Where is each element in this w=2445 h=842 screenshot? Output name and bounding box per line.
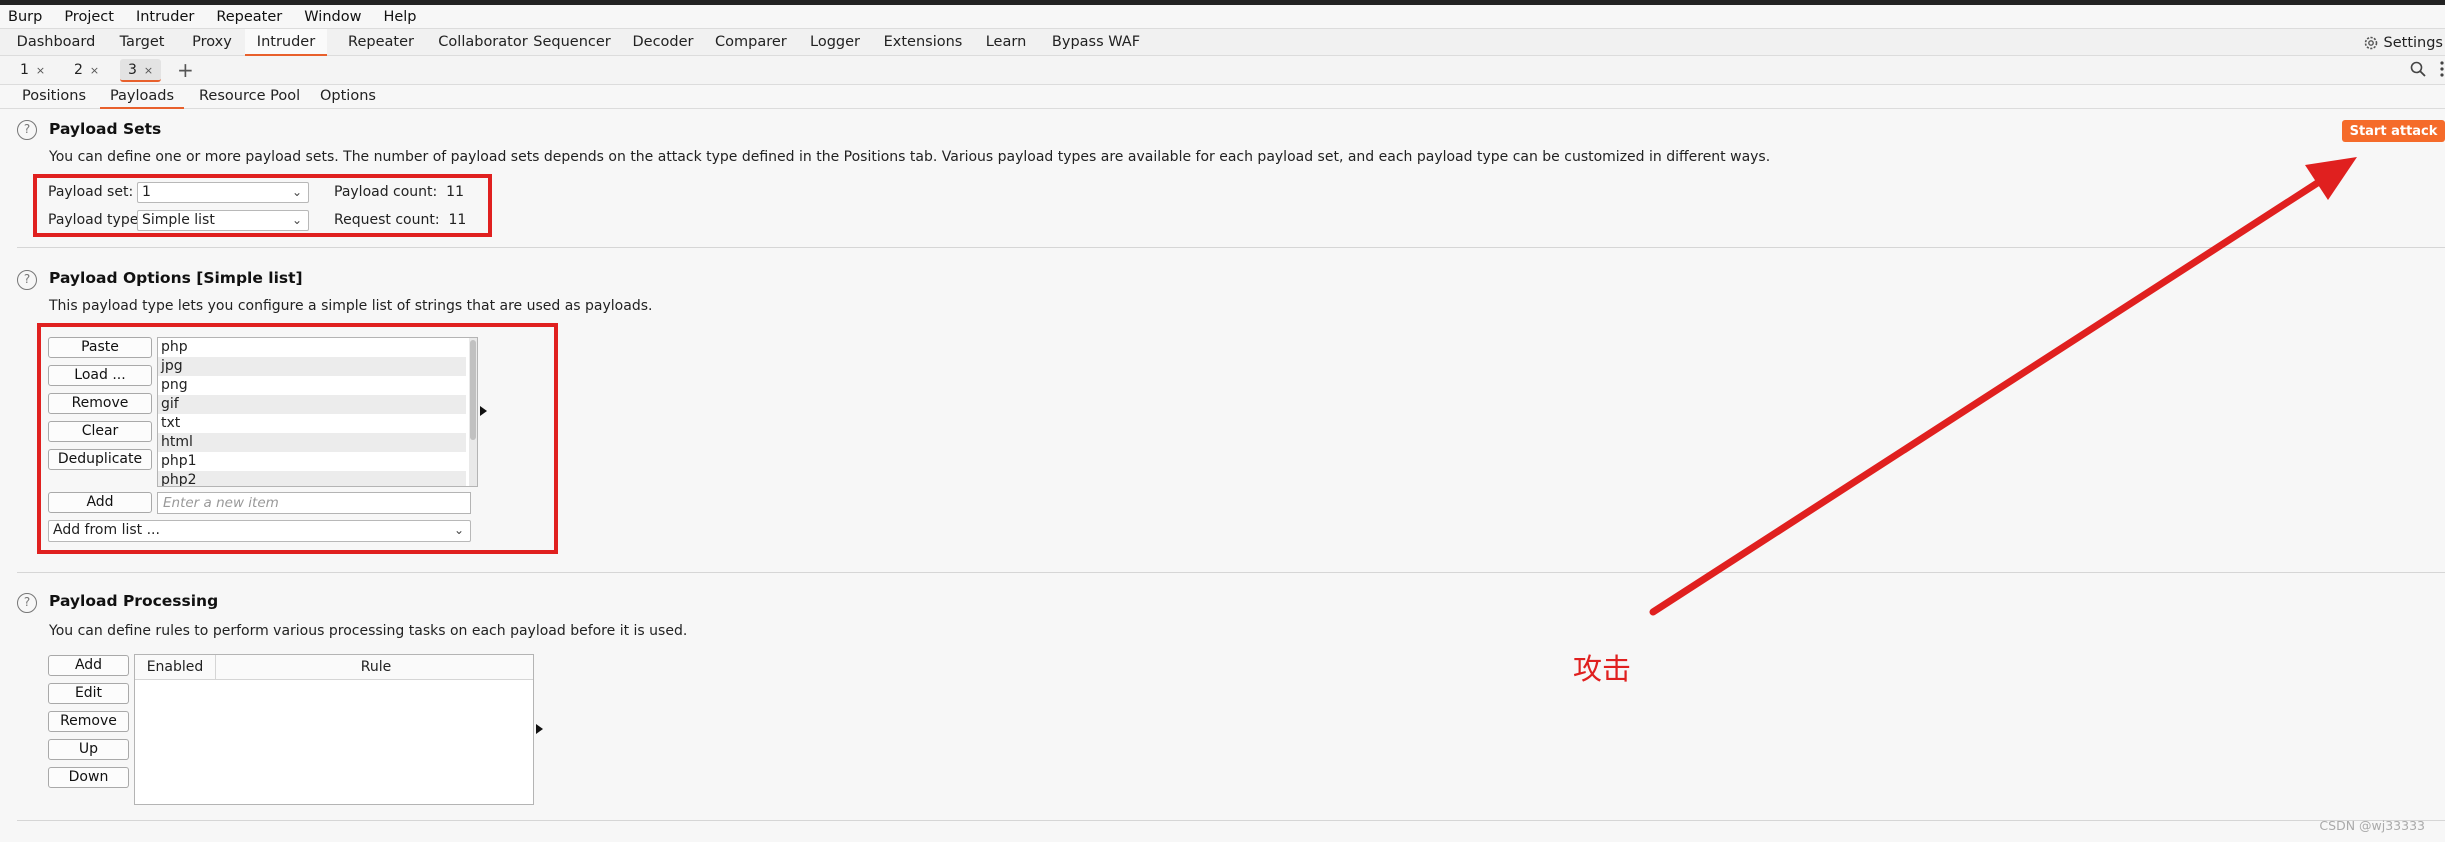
annotation-arrow: [1649, 157, 2357, 616]
annotation-text: 攻击: [1573, 652, 1632, 686]
watermark: CSDN @wj33333: [2319, 818, 2425, 833]
